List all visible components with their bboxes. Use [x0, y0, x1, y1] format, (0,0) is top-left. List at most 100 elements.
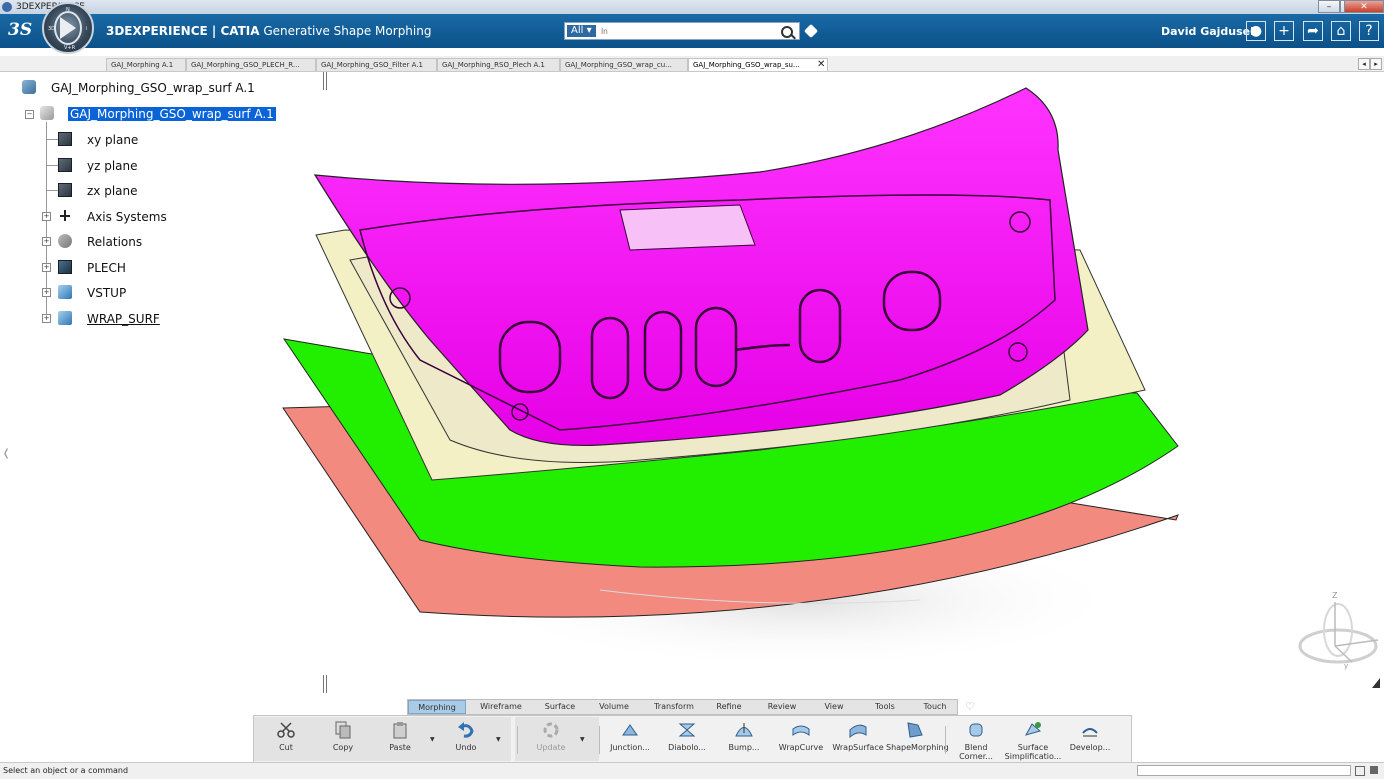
develop-button[interactable]: Develop... [1061, 716, 1119, 762]
part-icon [40, 106, 54, 120]
collapse-part-icon[interactable]: − [25, 110, 34, 119]
plane-icon [58, 132, 72, 146]
search-icon[interactable] [781, 26, 793, 38]
wrapsurface-button[interactable]: WrapSurface [829, 716, 887, 762]
tab-gso-wrap-surf[interactable]: GAJ_Morphing_GSO_wrap_su... [688, 58, 828, 71]
share-icon[interactable]: ➦ [1303, 21, 1323, 41]
junction-button[interactable]: Junction... [601, 716, 659, 762]
compass-north-label: N [66, 7, 70, 13]
shapemorphing-button[interactable]: ShapeMorphing [886, 716, 949, 762]
splitter-top[interactable] [323, 72, 324, 90]
home-icon[interactable]: ⌂ [1331, 21, 1351, 41]
user-name[interactable]: David Gajdusek [1161, 25, 1257, 38]
splitter-bottom-2 [326, 675, 327, 693]
shapemorphing-icon [907, 722, 923, 738]
view-triad[interactable]: Z y [1294, 590, 1380, 670]
tab-scroll-left-icon[interactable]: ◂ [1358, 58, 1370, 70]
tree-root-label[interactable]: GAJ_Morphing_GSO_wrap_surf A.1 [51, 81, 255, 95]
tab-rso-plech[interactable]: GAJ_Morphing_RSO_Plech A.1 [437, 58, 560, 71]
section-tab-touch[interactable]: Touch [912, 700, 958, 714]
status-message: Select an object or a command [3, 766, 129, 775]
play-icon[interactable] [60, 17, 76, 39]
undo-dropdown-icon[interactable]: ▼ [496, 736, 501, 743]
wrapcurve-button[interactable]: WrapCurve [772, 716, 830, 762]
develop-icon [1082, 728, 1098, 737]
tree-part-label[interactable]: GAJ_Morphing_GSO_wrap_surf A.1 [68, 107, 276, 121]
help-icon[interactable]: ? [1359, 21, 1379, 41]
tree-item-label[interactable]: yz plane [87, 159, 138, 173]
status-filter-icon[interactable] [1370, 766, 1378, 774]
search-input[interactable] [601, 23, 771, 39]
tag-icon[interactable] [803, 23, 819, 39]
tree-item-label[interactable]: WRAP_SURF [87, 312, 160, 326]
cut-button[interactable]: Cut [257, 716, 315, 762]
profile-icon[interactable]: ● [1246, 21, 1266, 41]
section-tab-morphing[interactable]: Morphing [408, 700, 466, 714]
splitter-bottom[interactable] [323, 675, 324, 693]
tree-item-label[interactable]: VSTUP [87, 286, 126, 300]
diabolo-icon [678, 723, 696, 737]
tree-item-label[interactable]: xy plane [87, 133, 138, 147]
bump-button[interactable]: Bump... [715, 716, 773, 762]
diabolo-button[interactable]: Diabolo... [658, 716, 716, 762]
copy-button[interactable]: Copy [314, 716, 372, 762]
tree-branch [46, 165, 58, 166]
command-input[interactable] [1137, 765, 1351, 776]
search-scope-dropdown[interactable]: All ▾ [567, 25, 596, 37]
tab-gso-plech[interactable]: GAJ_Morphing_GSO_PLECH_R... [186, 58, 316, 71]
compass-widget[interactable]: N 3D i V+R [42, 2, 94, 54]
section-tab-refine[interactable]: Refine [706, 700, 752, 714]
minimize-button[interactable]: – [1318, 0, 1340, 13]
close-tab-icon[interactable]: ✕ [817, 59, 825, 70]
expand-icon[interactable]: + [42, 263, 51, 272]
action-bar: Cut Copy Paste ▼ Undo ▼ Update ▼ Junctio… [253, 715, 1132, 763]
app-title-app: Generative Shape Morphing [263, 24, 432, 38]
triad-z-label: Z [1332, 591, 1338, 600]
undo-button[interactable]: Undo [437, 716, 495, 762]
tree-item-label[interactable]: Axis Systems [87, 210, 167, 224]
section-tab-tools[interactable]: Tools [862, 700, 908, 714]
tree-item-label[interactable]: PLECH [87, 261, 126, 275]
tree-item-label[interactable]: Relations [87, 235, 142, 249]
app-title-brand: 3DEXPERIENCE | CATIA [106, 24, 260, 38]
action-label: Surface Simplificatio... [1004, 743, 1062, 761]
close-window-button[interactable]: ✕ [1344, 0, 1384, 13]
tree-item-label[interactable]: zx plane [87, 184, 138, 198]
paste-button[interactable]: Paste [371, 716, 429, 762]
cursor-icon [1372, 678, 1380, 688]
section-tab-transform[interactable]: Transform [647, 700, 701, 714]
app-icon [2, 2, 12, 12]
update-dropdown-icon[interactable]: ▼ [580, 736, 585, 743]
tab-gso-filter[interactable]: GAJ_Morphing_GSO_Filter A.1 [316, 58, 437, 71]
section-tab-volume[interactable]: Volume [589, 700, 639, 714]
update-button[interactable]: Update [522, 716, 580, 762]
action-label: ShapeMorphing [886, 743, 949, 752]
plane-icon [58, 183, 72, 197]
section-tab-surface[interactable]: Surface [535, 700, 585, 714]
expand-icon[interactable]: + [42, 314, 51, 323]
undo-icon [458, 722, 474, 738]
expand-icon[interactable]: + [42, 237, 51, 246]
blend-corner-button[interactable]: Blend Corner... [947, 716, 1005, 762]
tab-gaj-morphing[interactable]: GAJ_Morphing A.1 [106, 58, 186, 71]
expand-icon[interactable]: + [42, 288, 51, 297]
panel-expand-icon[interactable]: ❬ [2, 448, 10, 459]
add-icon[interactable]: + [1274, 21, 1294, 41]
tree-branch [46, 190, 58, 191]
relations-icon [58, 234, 72, 248]
section-tab-view[interactable]: View [812, 700, 856, 714]
surface-simplification-button[interactable]: Surface Simplificatio... [1004, 716, 1062, 762]
axis-icon [58, 209, 72, 223]
tab-scroll-right-icon[interactable]: ▸ [1370, 58, 1382, 70]
section-tab-wireframe[interactable]: Wireframe [473, 700, 529, 714]
tree-branch [46, 139, 58, 140]
paste-dropdown-icon[interactable]: ▼ [430, 736, 435, 743]
splitter-top-2 [326, 72, 327, 90]
junction-icon [622, 724, 638, 736]
expand-icon[interactable]: + [42, 212, 51, 221]
tab-gso-wrap-curve[interactable]: GAJ_Morphing_GSO_wrap_cu... [560, 58, 688, 71]
status-option-icon[interactable] [1355, 766, 1365, 776]
favorites-icon[interactable]: ♡ [965, 700, 975, 713]
compass-i-label: i [86, 26, 88, 32]
section-tab-review[interactable]: Review [758, 700, 806, 714]
